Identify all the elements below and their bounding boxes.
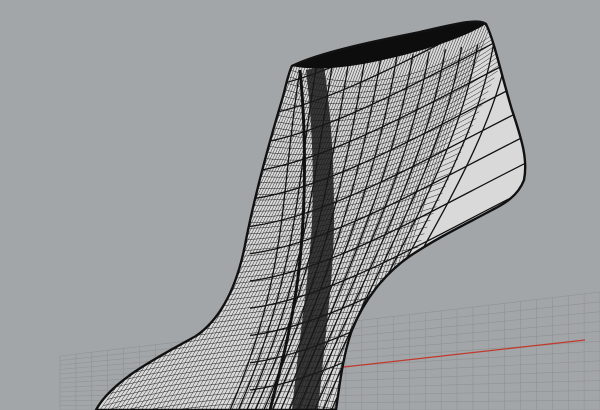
viewport-canvas[interactable] <box>0 0 600 410</box>
shoe-model[interactable] <box>90 0 530 410</box>
perspective-viewport[interactable] <box>0 0 600 410</box>
